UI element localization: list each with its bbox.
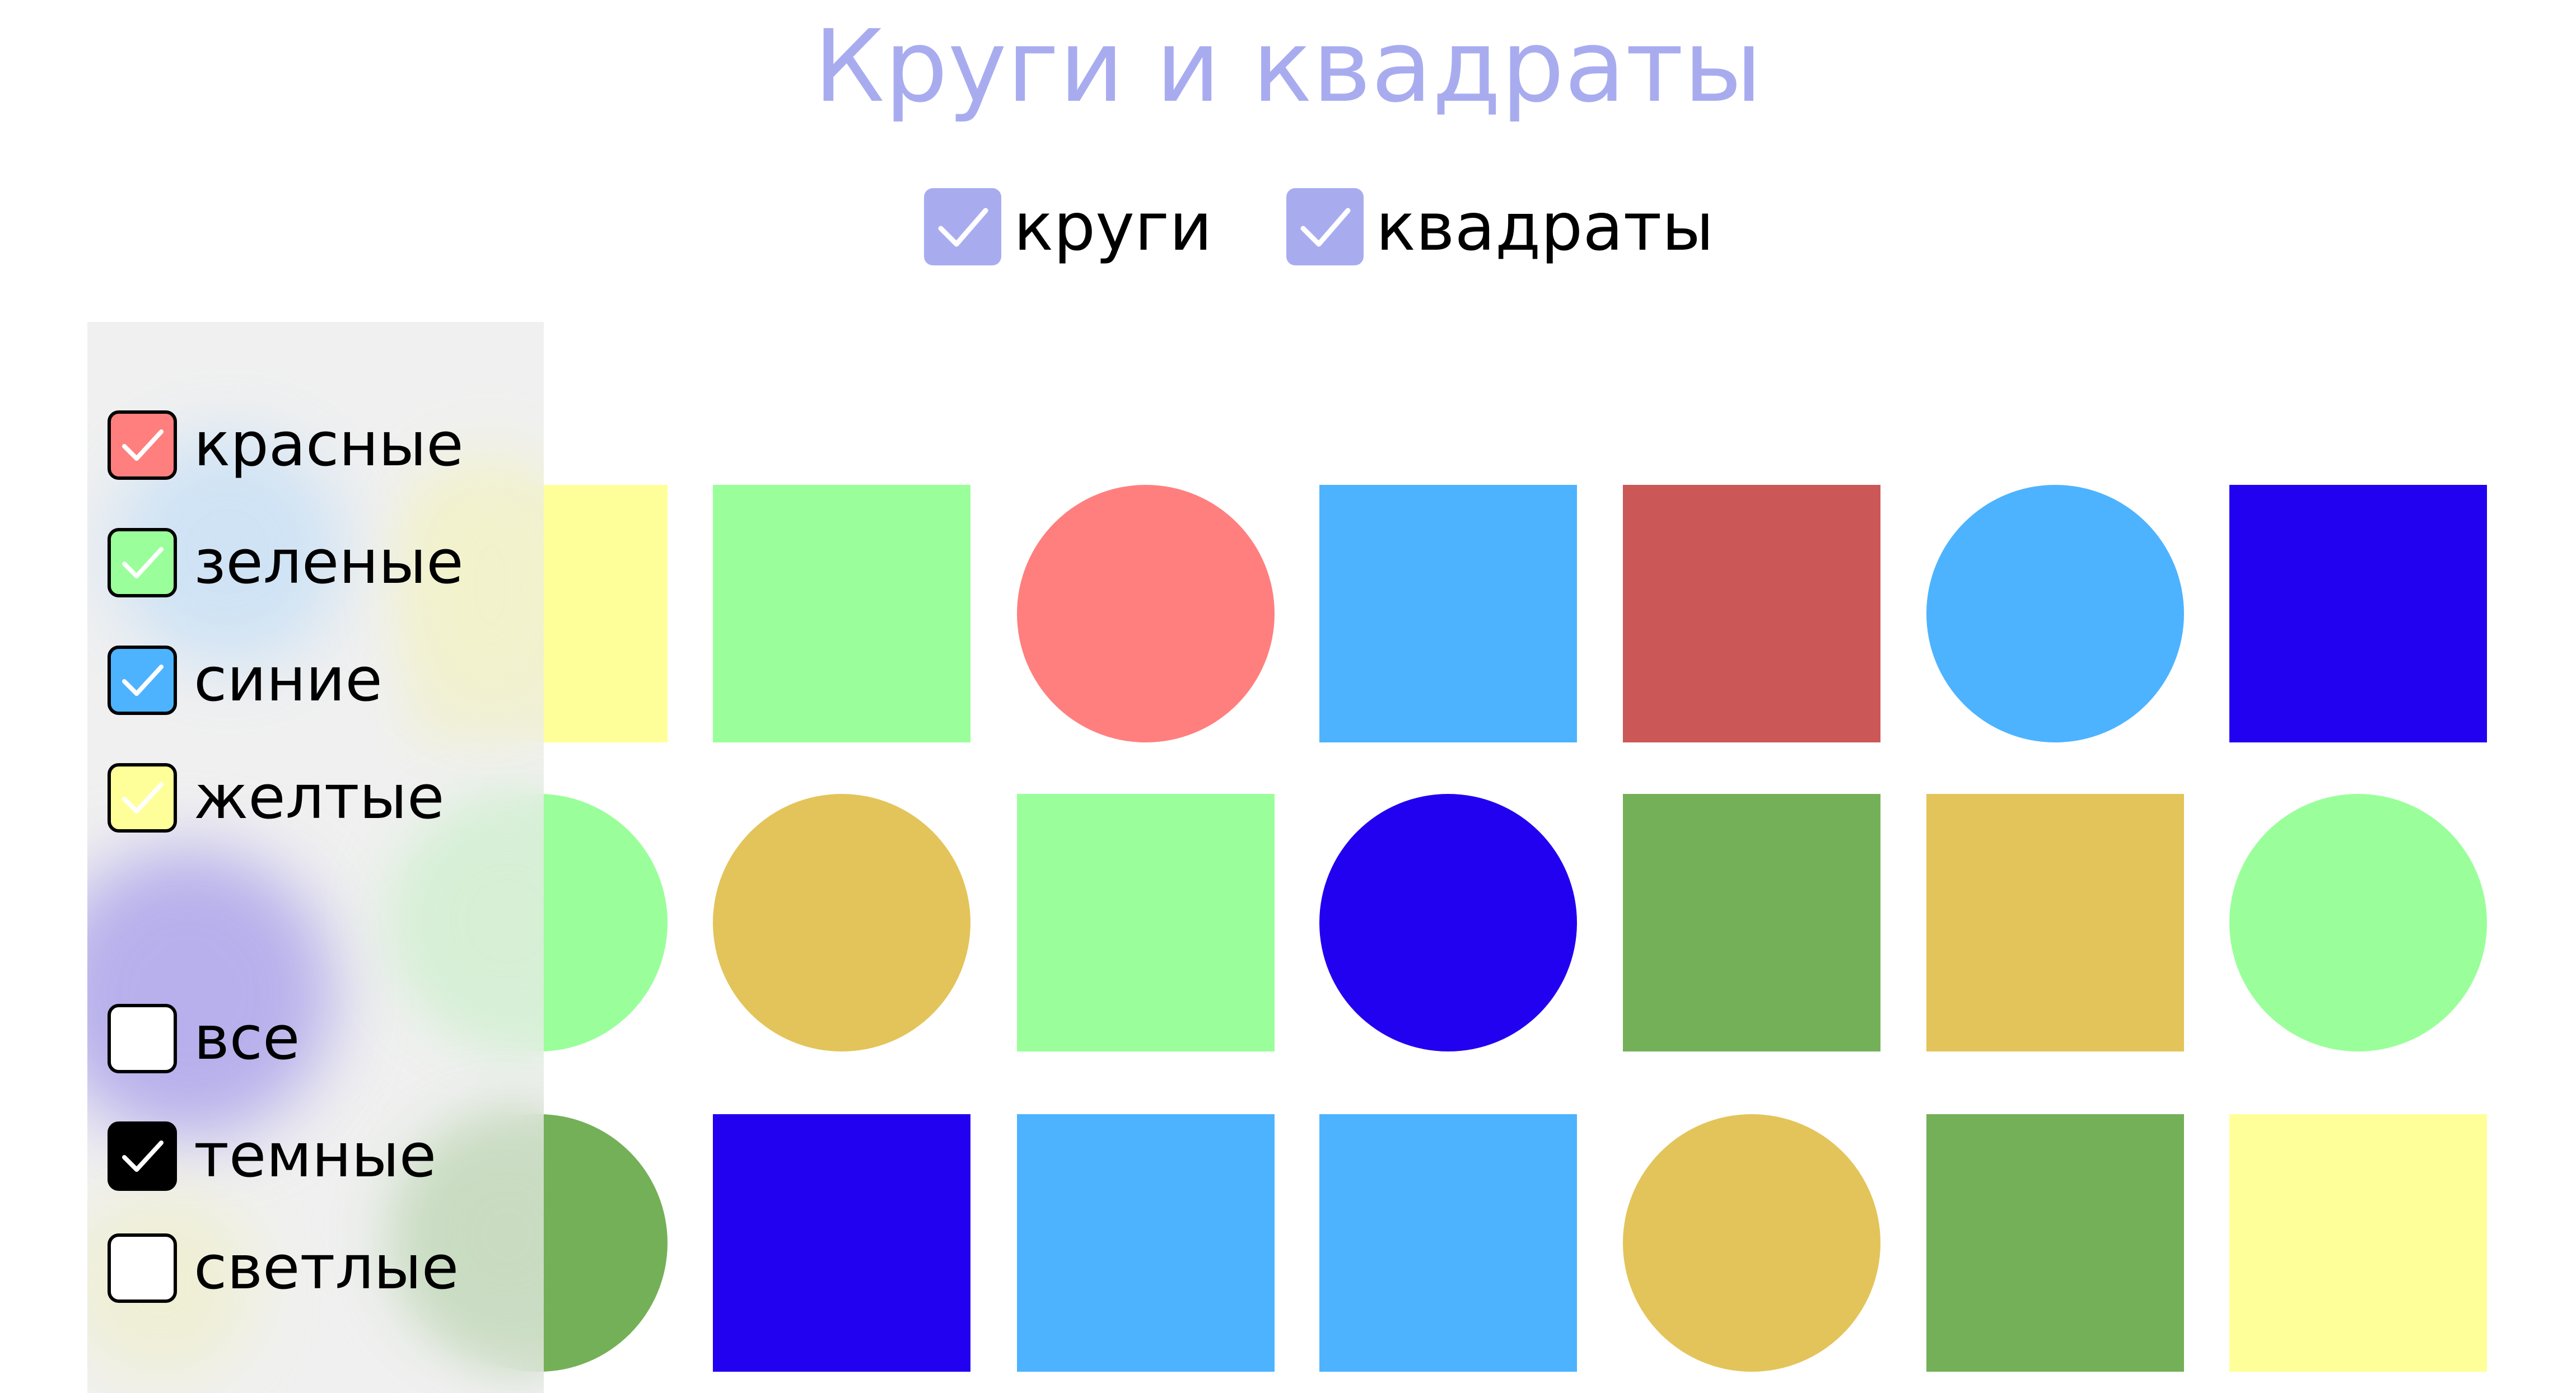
square-shape: [1623, 794, 1880, 1051]
circles-label: круги: [1014, 188, 1212, 265]
square-shape: [1926, 1114, 2184, 1372]
page-title: Круги и квадраты: [814, 8, 1762, 124]
circle-shape: [2229, 794, 2487, 1051]
circle-shape: [1623, 1114, 1880, 1372]
filter-light[interactable]: светлые: [108, 1229, 459, 1307]
square-shape: [713, 485, 970, 742]
red-label: красные: [194, 410, 464, 480]
square-shape: [2229, 485, 2487, 742]
square-shape: [1017, 794, 1275, 1051]
circle-shape: [1017, 485, 1275, 742]
square-shape: [1926, 794, 2184, 1051]
check-icon: [938, 208, 988, 247]
square-shape: [1319, 485, 1577, 742]
filter-yellow[interactable]: желтые: [108, 759, 444, 837]
check-icon: [122, 665, 164, 696]
blue-checkbox[interactable]: [108, 646, 177, 715]
circle-shape: [713, 794, 970, 1051]
check-icon: [122, 1140, 164, 1172]
green-checkbox[interactable]: [108, 528, 177, 597]
blur-blob: [390, 803, 544, 1039]
all-checkbox[interactable]: [108, 1004, 177, 1073]
yellow-label: желтые: [194, 763, 445, 833]
filter-dark[interactable]: темные: [108, 1117, 436, 1195]
filter-squares[interactable]: квадраты: [1286, 188, 1714, 265]
circle-shape: [1926, 485, 2184, 742]
yellow-checkbox[interactable]: [108, 763, 177, 833]
check-icon: [122, 547, 164, 578]
filter-all[interactable]: все: [108, 999, 300, 1078]
green-label: зеленые: [194, 527, 464, 597]
circles-checkbox[interactable]: [924, 188, 1001, 265]
filter-red[interactable]: красные: [108, 406, 464, 484]
square-shape: [1017, 1114, 1275, 1372]
dark-label: темные: [194, 1121, 437, 1191]
light-checkbox[interactable]: [108, 1233, 177, 1303]
filter-green[interactable]: зеленые: [108, 523, 464, 602]
check-icon: [122, 782, 164, 814]
square-shape: [1623, 485, 1880, 742]
square-shape: [2229, 1114, 2487, 1372]
squares-checkbox[interactable]: [1286, 188, 1364, 265]
check-icon: [1300, 208, 1351, 247]
squares-label: квадраты: [1375, 188, 1714, 265]
square-shape: [1319, 1114, 1577, 1372]
circle-shape: [1319, 794, 1577, 1051]
filter-sidebar: красные зеленые синие желтые все темные …: [87, 322, 544, 1393]
square-shape: [713, 1114, 970, 1372]
light-label: светлые: [194, 1233, 459, 1303]
red-checkbox[interactable]: [108, 410, 177, 480]
blue-label: синие: [194, 645, 382, 715]
filter-blue[interactable]: синие: [108, 641, 382, 719]
all-label: все: [194, 1003, 300, 1073]
check-icon: [122, 429, 164, 461]
filter-circles[interactable]: круги: [924, 188, 1212, 265]
dark-checkbox[interactable]: [108, 1121, 177, 1191]
blur-blob: [87, 848, 334, 1139]
shape-filters: круги квадраты: [924, 185, 1714, 269]
